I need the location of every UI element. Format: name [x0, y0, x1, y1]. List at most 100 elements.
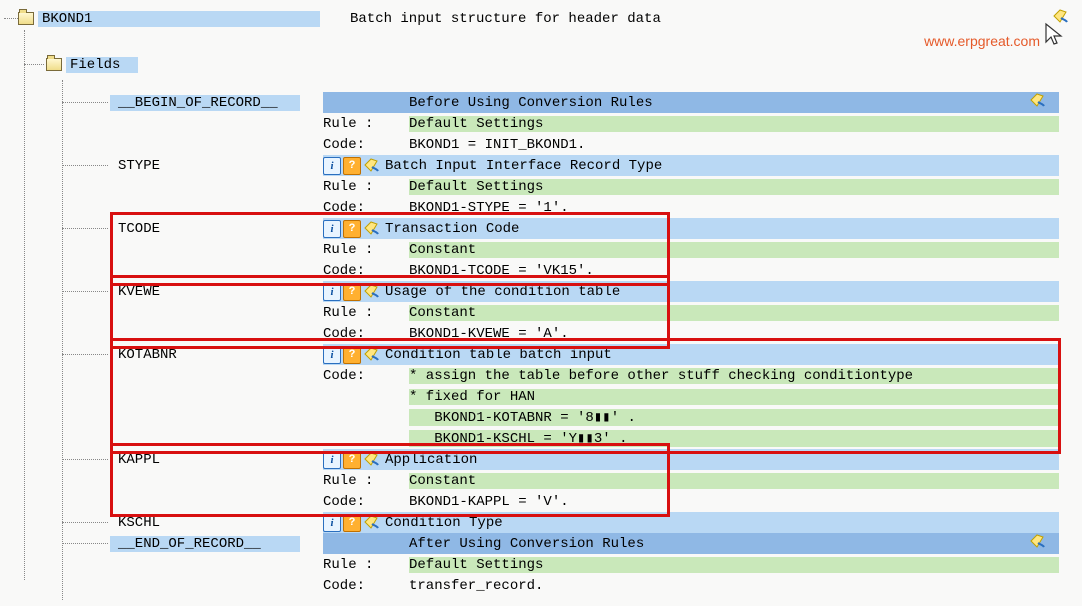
note-icon[interactable] [363, 514, 379, 530]
code-value: * fixed for HAN [409, 389, 1059, 405]
code-value: BKOND1-KVEWE = 'A'. [409, 326, 1059, 342]
code-label: Code: [323, 137, 409, 153]
field-name-kappl: KAPPL [110, 452, 300, 468]
warning-icon[interactable]: ? [343, 451, 361, 469]
tree-connector [62, 102, 108, 103]
field-code-tcode: Code: BKOND1-TCODE = 'VK15'. [323, 260, 1059, 281]
rule-value: Constant [409, 473, 1059, 489]
code-value: transfer_record. [409, 578, 1059, 594]
field-name-kvewe: KVEWE [110, 284, 300, 300]
field-head-tcode: i ? Transaction Code [323, 218, 1059, 239]
field-desc-text: Before Using Conversion Rules [409, 95, 653, 111]
field-icons: i ? [323, 451, 379, 469]
rule-value: Default Settings [409, 116, 1059, 132]
field-head-kotabnr: i ? Condition table batch input [323, 344, 1059, 365]
tree-node-root[interactable]: BKOND1 Batch input structure for header … [0, 8, 1082, 29]
field-desc-begin: Before Using Conversion Rules [323, 92, 1059, 113]
watermark-text: www.erpgreat.com [924, 33, 1040, 49]
code-value: BKOND1-STYPE = '1'. [409, 200, 1059, 216]
info-icon[interactable]: i [323, 157, 341, 175]
field-desc-text: Condition table batch input [385, 347, 612, 363]
fields-label: Fields [66, 57, 138, 73]
note-icon[interactable] [363, 451, 379, 467]
field-rule-end: Rule : Default Settings [323, 554, 1059, 575]
field-desc-text: After Using Conversion Rules [409, 536, 644, 552]
code-value: BKOND1-KAPPL = 'V'. [409, 494, 1059, 510]
field-rule-tcode: Rule : Constant [323, 239, 1059, 260]
rule-value: Constant [409, 242, 1059, 258]
tree-connector [62, 291, 108, 292]
tree-connector [62, 459, 108, 460]
code-label: Code: [323, 326, 409, 342]
note-icon[interactable] [363, 220, 379, 236]
field-code-kvewe: Code: BKOND1-KVEWE = 'A'. [323, 323, 1059, 344]
field-name-kotabnr: KOTABNR [110, 347, 300, 363]
field-icons: i ? [323, 283, 379, 301]
note-icon[interactable] [1029, 533, 1045, 554]
rule-label: Rule : [323, 557, 409, 573]
code-value: BKOND1 = INIT_BKOND1. [409, 137, 1059, 153]
tree-connector [62, 543, 108, 544]
rule-label: Rule : [323, 179, 409, 195]
info-icon[interactable]: i [323, 514, 341, 532]
rule-label: Rule : [323, 242, 409, 258]
warning-icon[interactable]: ? [343, 157, 361, 175]
note-icon[interactable] [1029, 92, 1045, 113]
rule-label: Rule : [323, 473, 409, 489]
tree-connector [62, 522, 108, 523]
rule-value: Default Settings [409, 557, 1059, 573]
field-code-begin: Code: BKOND1 = INIT_BKOND1. [323, 134, 1059, 155]
code-label: Code: [323, 578, 409, 594]
info-icon[interactable]: i [323, 451, 341, 469]
field-code-kappl: Code: BKOND1-KAPPL = 'V'. [323, 491, 1059, 512]
field-rule-kappl: Rule : Constant [323, 470, 1059, 491]
tree-connector [62, 354, 108, 355]
code-label: Code: [323, 494, 409, 510]
tree-connector [62, 165, 108, 166]
root-structure-name: BKOND1 [38, 11, 320, 27]
field-icons: i ? [323, 220, 379, 238]
note-icon[interactable] [363, 283, 379, 299]
info-icon[interactable]: i [323, 283, 341, 301]
root-structure-desc: Batch input structure for header data [350, 11, 661, 27]
warning-icon[interactable]: ? [343, 346, 361, 364]
field-rule-begin: Rule : Default Settings [323, 113, 1059, 134]
field-desc-text: Application [385, 452, 477, 468]
field-desc-text: Condition Type [385, 515, 503, 531]
tree-connector [4, 18, 18, 19]
folder-node: BKOND1 [18, 11, 320, 27]
field-icons: i ? [323, 346, 379, 364]
rule-label: Rule : [323, 116, 409, 132]
field-name-kschl: KSCHL [110, 515, 300, 531]
folder-node: Fields [46, 57, 138, 73]
field-code-stype: Code: BKOND1-STYPE = '1'. [323, 197, 1059, 218]
tree-node-fields[interactable]: Fields [0, 54, 1082, 75]
info-icon[interactable]: i [323, 346, 341, 364]
field-code-kotabnr-l1: Code: * assign the table before other st… [323, 365, 1059, 386]
note-icon[interactable] [363, 157, 379, 173]
warning-icon[interactable]: ? [343, 220, 361, 238]
field-desc-end: After Using Conversion Rules [323, 533, 1059, 554]
warning-icon[interactable]: ? [343, 283, 361, 301]
rule-value: Constant [409, 305, 1059, 321]
field-head-kappl: i ? Application [323, 449, 1059, 470]
code-value: BKOND1-KOTABNR = '8▮▮' . [409, 409, 1059, 426]
warning-icon[interactable]: ? [343, 514, 361, 532]
rule-label: Rule : [323, 305, 409, 321]
note-icon[interactable] [363, 346, 379, 362]
field-name-stype: STYPE [110, 158, 300, 174]
field-name-begin: __BEGIN_OF_RECORD__ [110, 95, 300, 111]
info-icon[interactable]: i [323, 220, 341, 238]
field-icons: i ? [323, 514, 379, 532]
field-desc-text: Batch Input Interface Record Type [385, 158, 662, 174]
field-code-kotabnr-l2: * fixed for HAN [323, 386, 1059, 407]
field-head-kschl: i ? Condition Type [323, 512, 1059, 533]
field-rule-kvewe: Rule : Constant [323, 302, 1059, 323]
field-code-kotabnr-l3: BKOND1-KOTABNR = '8▮▮' . [323, 407, 1059, 428]
tree-connector [24, 64, 44, 65]
field-rule-stype: Rule : Default Settings [323, 176, 1059, 197]
code-label: Code: [323, 368, 409, 384]
code-label: Code: [323, 200, 409, 216]
field-name-end: __END_OF_RECORD__ [110, 536, 300, 552]
code-value: BKOND1-KSCHL = 'Y▮▮3' . [409, 430, 1059, 447]
